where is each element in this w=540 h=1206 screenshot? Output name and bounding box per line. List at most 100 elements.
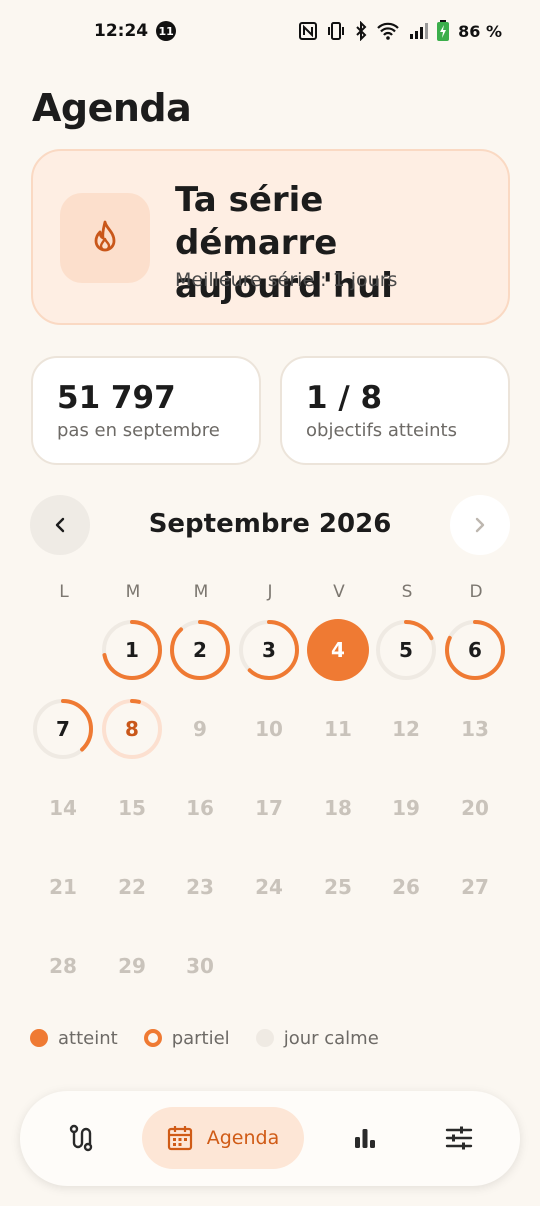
calendar-day[interactable]: 8 — [100, 697, 164, 761]
flame-icon — [94, 220, 116, 252]
calendar-day[interactable]: 1 — [100, 618, 164, 682]
weekday-thu: J — [267, 582, 273, 602]
calendar-day[interactable]: 9 — [168, 697, 232, 761]
bottom-navigation: Agenda — [20, 1091, 520, 1186]
calendar-day[interactable]: 27 — [443, 855, 507, 919]
day-number: 6 — [468, 638, 482, 662]
wifi-icon — [377, 22, 399, 40]
weekday-sun: D — [469, 582, 483, 602]
calendar-day[interactable]: 4 — [306, 618, 370, 682]
calendar-day[interactable]: 28 — [31, 934, 95, 998]
legend-calm: jour calme — [255, 1027, 379, 1049]
calendar-day[interactable]: 18 — [306, 776, 370, 840]
day-number: 10 — [255, 717, 283, 741]
month-label: Septembre 2026 — [148, 509, 392, 539]
month-navigation: Septembre 2026 — [30, 495, 510, 555]
legend-reached: atteint — [30, 1028, 118, 1049]
calendar-day[interactable]: 7 — [31, 697, 95, 761]
streak-card: Ta série démarre aujourd'hui Meilleure s… — [31, 149, 510, 325]
calendar-day[interactable]: 15 — [100, 776, 164, 840]
calendar-day[interactable]: 11 — [306, 697, 370, 761]
day-number: 8 — [125, 717, 139, 741]
nav-agenda[interactable]: Agenda — [142, 1107, 304, 1169]
calendar-day[interactable]: 22 — [100, 855, 164, 919]
day-number: 3 — [262, 638, 276, 662]
calendar-day[interactable]: 12 — [374, 697, 438, 761]
legend-partial-dot — [143, 1029, 162, 1047]
day-number: 17 — [255, 796, 283, 820]
nfc-icon — [299, 22, 318, 40]
calendar-day[interactable]: 25 — [306, 855, 370, 919]
calendar-day[interactable]: 24 — [237, 855, 301, 919]
calendar-day[interactable]: 26 — [374, 855, 438, 919]
day-number: 23 — [186, 875, 214, 899]
calendar-icon — [167, 1126, 192, 1151]
calendar-day[interactable]: 23 — [168, 855, 232, 919]
nav-stats[interactable] — [322, 1107, 408, 1169]
day-number: 4 — [331, 638, 345, 662]
goals-reached-label: objectifs atteints — [306, 420, 457, 441]
day-number: 9 — [193, 717, 207, 741]
bluetooth-icon — [356, 21, 367, 41]
notification-count-badge: 11 — [156, 21, 177, 41]
calendar-day[interactable]: 30 — [168, 934, 232, 998]
monthly-steps-label: pas en septembre — [57, 420, 220, 441]
vibrate-icon — [328, 22, 345, 40]
calendar-day[interactable]: 20 — [443, 776, 507, 840]
previous-month-button[interactable] — [30, 495, 90, 555]
day-number: 21 — [49, 875, 77, 899]
calendar-day[interactable]: 5 — [374, 618, 438, 682]
day-number: 22 — [118, 875, 146, 899]
calendar-day[interactable]: 16 — [168, 776, 232, 840]
legend-reached-dot — [30, 1029, 48, 1047]
day-number: 18 — [324, 796, 352, 820]
weekday-sat: S — [401, 582, 413, 602]
day-number: 16 — [186, 796, 214, 820]
best-streak-text: Meilleure série : 1 jours — [175, 269, 398, 291]
calendar-day[interactable]: 6 — [443, 618, 507, 682]
calendar-day[interactable]: 3 — [237, 618, 301, 682]
chevron-right-icon — [475, 517, 485, 533]
day-number: 13 — [461, 717, 489, 741]
calendar-day[interactable]: 29 — [100, 934, 164, 998]
calendar-day[interactable]: 10 — [237, 697, 301, 761]
status-right: 86 % — [298, 20, 502, 42]
nav-agenda-label: Agenda — [206, 1127, 280, 1149]
calendar-day[interactable]: 14 — [31, 776, 95, 840]
day-number: 2 — [193, 638, 207, 662]
monthly-steps-card: 51 797 pas en septembre — [31, 356, 261, 465]
day-number: 29 — [118, 954, 146, 978]
legend-calm-label: jour calme — [283, 1027, 379, 1049]
signal-icon — [410, 23, 429, 39]
goals-reached-value: 1 / 8 — [306, 380, 383, 416]
day-number: 7 — [56, 717, 70, 741]
bar-chart-icon — [355, 1129, 375, 1148]
monthly-steps-value: 51 797 — [57, 380, 176, 416]
streak-icon-box — [60, 193, 150, 283]
calendar-day[interactable]: 2 — [168, 618, 232, 682]
legend-reached-label: atteint — [58, 1027, 118, 1049]
day-number: 11 — [324, 717, 352, 741]
sliders-icon — [445, 1126, 473, 1150]
weekday-fri: V — [333, 582, 345, 602]
calendar-legend: atteint partiel jour calme — [30, 1024, 405, 1052]
nav-settings[interactable] — [416, 1107, 502, 1169]
calendar-day[interactable]: 13 — [443, 697, 507, 761]
day-number: 30 — [186, 954, 214, 978]
status-left: 12:24 11 — [94, 21, 177, 41]
calendar-day[interactable]: 19 — [374, 776, 438, 840]
chevron-left-icon — [55, 517, 65, 533]
route-icon — [69, 1124, 93, 1152]
next-month-button[interactable] — [450, 495, 510, 555]
calendar-day[interactable]: 21 — [31, 855, 95, 919]
day-number: 1 — [125, 638, 139, 662]
goals-reached-card: 1 / 8 objectifs atteints — [280, 356, 510, 465]
weekday-wed: M — [193, 582, 209, 602]
legend-calm-dot — [255, 1029, 274, 1047]
nav-route[interactable] — [38, 1107, 124, 1169]
day-number: 27 — [461, 875, 489, 899]
day-number: 24 — [255, 875, 283, 899]
day-number: 12 — [392, 717, 420, 741]
day-number: 19 — [392, 796, 420, 820]
calendar-day[interactable]: 17 — [237, 776, 301, 840]
